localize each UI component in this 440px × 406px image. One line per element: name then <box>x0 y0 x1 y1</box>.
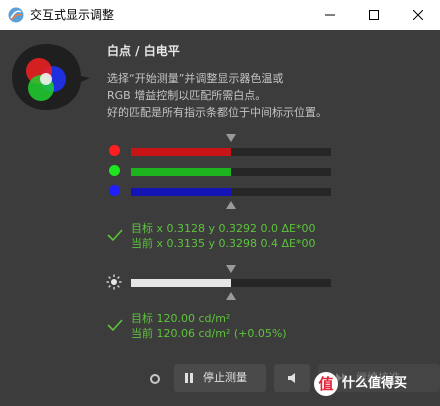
blue-gain-fill <box>131 188 231 196</box>
luminance-current: 当前 120.06 cd/m² (+0.05%) <box>131 327 287 340</box>
stop-measurement-label: 停止测量 <box>203 371 247 384</box>
measurement-indicator-icon <box>150 374 160 384</box>
window-title: 交互式显示调整 <box>30 8 115 22</box>
minimize-button[interactable] <box>308 0 352 30</box>
target-marker-top <box>226 134 236 142</box>
green-gain-fill <box>131 168 231 176</box>
blue-channel-dot <box>109 185 120 196</box>
white-point-current: 当前 x 0.3135 y 0.3298 0.4 ΔE*00 <box>131 237 316 250</box>
maximize-icon <box>369 10 379 20</box>
luminance-target: 目标 120.00 cd/m² <box>131 312 231 325</box>
rgb-color-logo-icon <box>12 44 90 110</box>
sound-toggle-button[interactable] <box>274 364 310 392</box>
target-marker-bottom <box>226 201 236 209</box>
brightness-sun-icon <box>106 274 122 290</box>
display-calibration-app-icon <box>8 7 24 23</box>
minimize-icon <box>325 14 335 16</box>
watermark-text: 什么值得买 <box>342 376 408 391</box>
title-bar: 交互式显示调整 <box>0 0 440 30</box>
description-line-1: 选择“开始测量”并调整显示器色温或 <box>107 72 284 85</box>
site-watermark: 值 什么值得买 <box>312 370 438 402</box>
luminance-marker-top <box>226 265 236 273</box>
pause-icon <box>185 373 193 383</box>
luminance-fill <box>131 279 231 287</box>
speaker-icon <box>288 373 295 383</box>
section-title: 白点 / 白电平 <box>107 44 180 58</box>
white-point-target: 目标 x 0.3128 y 0.3292 0.0 ΔE*00 <box>131 222 316 235</box>
maximize-button[interactable] <box>352 0 396 30</box>
luminance-marker-bottom <box>226 292 236 300</box>
green-channel-dot <box>109 165 120 176</box>
stop-measurement-button[interactable]: 停止测量 <box>174 364 266 392</box>
green-gain-bar <box>131 168 331 176</box>
red-gain-bar <box>131 148 331 156</box>
description-line-3: 好的匹配是所有指示条都位于中间标示位置。 <box>107 106 327 119</box>
description-line-2: RGB 增益控制以匹配所需白点。 <box>107 89 267 102</box>
red-gain-fill <box>131 148 231 156</box>
red-channel-dot <box>109 145 120 156</box>
luminance-bar <box>131 279 331 287</box>
close-icon <box>413 10 423 20</box>
luminance-check-icon <box>107 319 123 332</box>
close-button[interactable] <box>396 0 440 30</box>
white-point-check-icon <box>107 229 123 242</box>
watermark-badge-icon: 值 <box>314 372 338 396</box>
blue-gain-bar <box>131 188 331 196</box>
